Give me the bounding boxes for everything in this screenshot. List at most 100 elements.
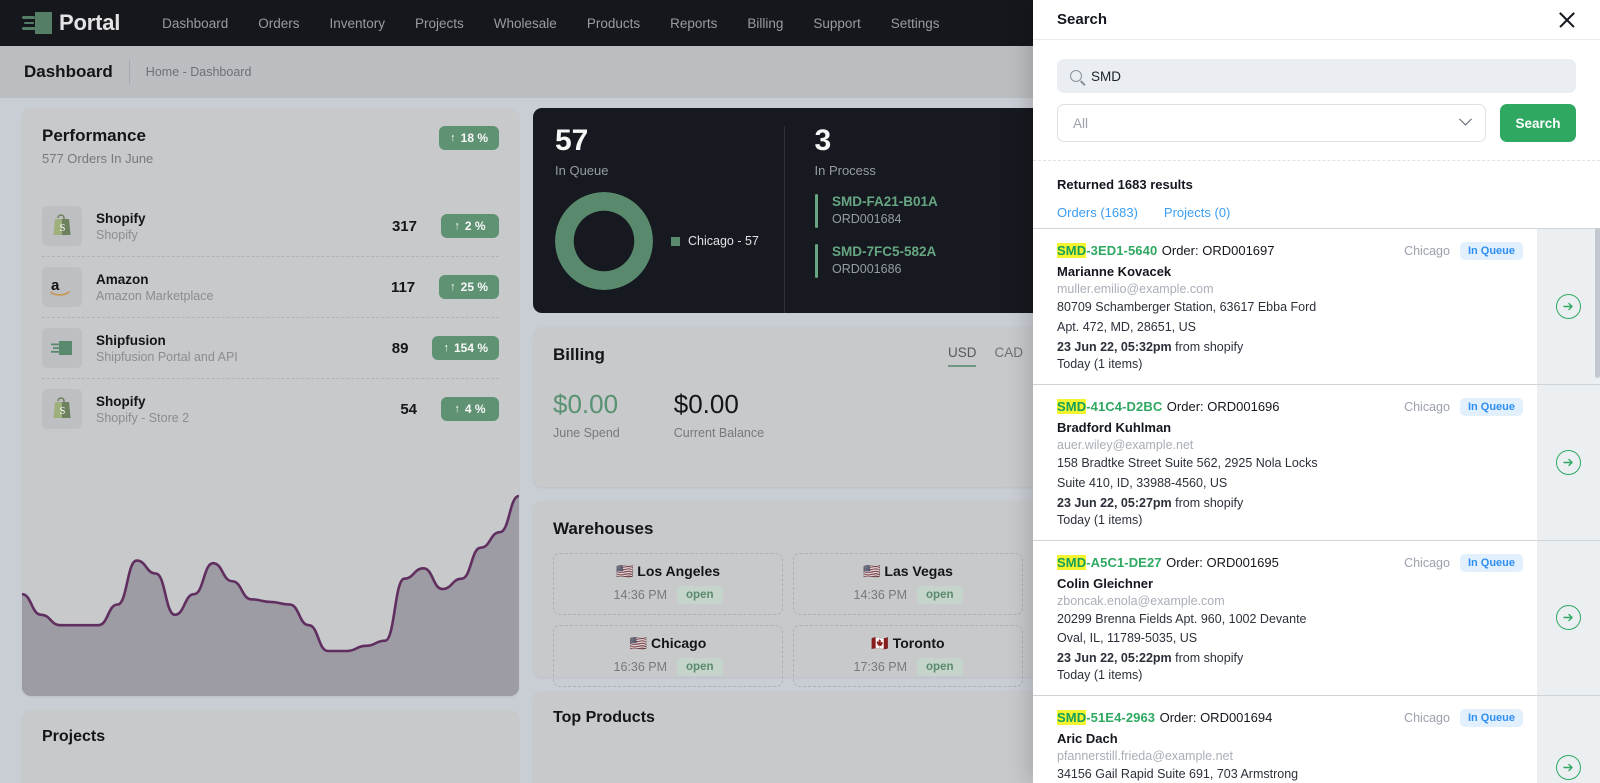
in-queue-count: 57 <box>555 124 589 157</box>
table-row[interactable]: SMD-A5C1-DE27 Order: ORD001695 Chicago I… <box>1033 539 1600 696</box>
shipfusion-icon <box>42 328 82 368</box>
nav-item-projects[interactable]: Projects <box>415 16 464 31</box>
channel-delta-badge: ↑ 4 % <box>441 397 499 421</box>
nav-item-billing[interactable]: Billing <box>747 16 783 31</box>
queue-legend: Chicago - 57 <box>671 234 759 248</box>
nav-item-settings[interactable]: Settings <box>891 16 940 31</box>
in-process-section: 3 In Process SMD-FA21-B01A ORD001684 SMD… <box>783 126 1044 313</box>
channel-value: 117 <box>390 278 416 296</box>
top-products-card: Top Products <box>533 691 1043 783</box>
result-sku: SMD-41C4-D2BC <box>1057 398 1162 414</box>
table-row[interactable]: SMD-51E4-2963 Order: ORD001694 Chicago I… <box>1033 695 1600 783</box>
in-queue-section: 57 In Queue Chicago - 57 <box>533 126 784 313</box>
warehouse-tile[interactable]: 🇺🇸 Chicago 16:36 PM open <box>553 625 783 687</box>
list-item[interactable]: S Shopify Shopify - Store 2 54 ↑ 4 % <box>42 378 499 439</box>
channel-sub: Amazon Marketplace <box>96 288 214 303</box>
result-timestamp: 23 Jun 22, 05:27pm from shopify <box>1057 496 1537 510</box>
result-sku-rest: -51E4-2963 <box>1086 710 1156 726</box>
open-order-button[interactable] <box>1537 696 1600 783</box>
result-customer-name: Marianne Kovacek <box>1057 264 1172 280</box>
result-sku-rest: -A5C1-DE27 <box>1086 554 1162 570</box>
chevron-down-icon <box>1459 112 1472 126</box>
search-panel-title: Search <box>1057 11 1108 29</box>
svg-text:S: S <box>59 405 65 417</box>
open-order-button[interactable] <box>1537 229 1600 384</box>
result-timestamp: 23 Jun 22, 05:22pm from shopify <box>1057 651 1537 665</box>
list-item[interactable]: SMD-7FC5-582A ORD001686 <box>814 244 1044 278</box>
result-email: pfannerstill.frieda@example.net <box>1057 749 1233 764</box>
amazon-icon: a <box>42 267 82 307</box>
nav-item-support[interactable]: Support <box>813 16 860 31</box>
result-sku-rest: -3ED1-5640 <box>1086 243 1158 259</box>
nav-item-orders[interactable]: Orders <box>258 16 299 31</box>
in-process-label: In Process <box>814 163 876 178</box>
process-sku: SMD-7FC5-582A <box>832 244 937 259</box>
warehouse-tile[interactable]: 🇨🇦 Toronto 17:36 PM open <box>793 625 1023 687</box>
process-sku: SMD-FA21-B01A <box>832 194 938 209</box>
result-email: auer.wiley@example.net <box>1057 437 1194 452</box>
result-items: Today (1 items) <box>1057 512 1143 527</box>
result-items: Today (1 items) <box>1057 356 1143 371</box>
breadcrumb: Home - Dashboard <box>145 65 252 79</box>
nav-item-inventory[interactable]: Inventory <box>329 16 385 31</box>
search-filter-select[interactable]: All <box>1057 104 1486 143</box>
arrow-up-icon: ↑ <box>454 220 460 232</box>
currency-option-cad[interactable]: CAD <box>994 345 1023 367</box>
channel-value: 54 <box>400 400 417 418</box>
accent-bar <box>814 194 818 228</box>
performance-delta-value: 18 % <box>460 131 488 145</box>
result-source: from shopify <box>1171 651 1244 666</box>
nav-item-products[interactable]: Products <box>587 16 640 31</box>
table-row[interactable]: SMD-3ED1-5640 Order: ORD001697 Chicago I… <box>1033 228 1600 384</box>
status-badge: open <box>677 658 723 676</box>
close-icon[interactable] <box>1556 9 1578 31</box>
results-scrollbar[interactable] <box>1595 228 1600 783</box>
search-results-list[interactable]: SMD -3ED1-5640 Order: ORD001697 Chicago I… <box>1033 228 1600 783</box>
search-drawer-header: Search <box>1033 0 1600 41</box>
tab-orders[interactable]: Orders (1683) <box>1057 205 1138 220</box>
flag-icon: 🇺🇸 <box>629 635 648 651</box>
nav-item-dashboard[interactable]: Dashboard <box>162 16 228 31</box>
open-order-button[interactable] <box>1537 384 1600 540</box>
process-order-id: ORD001686 <box>832 262 902 276</box>
brand-logo[interactable]: Portal <box>22 10 120 36</box>
result-address-line1: 80709 Schamberger Station, 63617 Ebba Fo… <box>1057 300 1317 315</box>
search-submit-button[interactable]: Search <box>1500 104 1576 143</box>
result-source: from shopify <box>1171 495 1244 510</box>
channel-delta-badge: ↑ 25 % <box>439 275 499 299</box>
channel-name: Shipfusion <box>96 332 166 348</box>
status-badge: In Queue <box>1459 242 1523 261</box>
result-order-label: Order: ORD001697 <box>1161 243 1275 259</box>
nav-item-wholesale[interactable]: Wholesale <box>494 16 557 31</box>
warehouse-tile[interactable]: 🇺🇸 Las Vegas 14:36 PM open <box>793 553 1023 615</box>
warehouse-name: Los Angeles <box>637 563 721 579</box>
nav-item-reports[interactable]: Reports <box>670 16 717 31</box>
search-highlight: SMD <box>1057 398 1087 414</box>
list-item[interactable]: SMD-FA21-B01A ORD001684 <box>814 194 1044 228</box>
scrollbar-thumb[interactable] <box>1595 228 1600 379</box>
warehouse-tile[interactable]: 🇺🇸 Los Angeles 14:36 PM open <box>553 553 783 615</box>
list-item[interactable]: Shipfusion Shipfusion Portal and API 89 … <box>42 317 499 378</box>
tab-projects[interactable]: Projects (0) <box>1164 205 1230 220</box>
open-order-button[interactable] <box>1537 540 1600 696</box>
svg-text:S: S <box>59 222 65 234</box>
warehouses-card: Warehouses 🇺🇸 Los Angeles 14:36 PM open … <box>533 501 1043 687</box>
arrow-up-icon: ↑ <box>454 403 460 415</box>
flag-icon: 🇺🇸 <box>863 563 881 579</box>
currency-option-usd[interactable]: USD <box>947 345 977 367</box>
table-row[interactable]: SMD-41C4-D2BC Order: ORD001696 Chicago I… <box>1033 383 1600 540</box>
list-item[interactable]: S Shopify Shopify 317 ↑ 2 % <box>42 196 499 256</box>
result-customer-name: Bradford Kuhlman <box>1057 419 1172 435</box>
current-balance-label: Current Balance <box>673 426 765 440</box>
result-timestamp: 23 Jun 22, 05:32pm from shopify <box>1057 340 1537 354</box>
search-filter-value: All <box>1073 115 1089 131</box>
results-tabs: Orders (1683) Projects (0) <box>1057 205 1576 220</box>
list-item[interactable]: a Amazon Amazon Marketplace 117 ↑ 25 % <box>42 256 499 317</box>
result-city: Chicago <box>1404 399 1450 414</box>
search-input[interactable]: SMD <box>1057 59 1576 94</box>
arrow-right-icon <box>1556 293 1581 319</box>
billing-card: Billing USD CAD $0.00 June Spend $0.00 C… <box>533 327 1043 487</box>
warehouse-time: 14:36 PM <box>613 588 668 602</box>
result-email: zboncak.enola@example.com <box>1057 593 1225 608</box>
channel-value: 317 <box>391 217 417 235</box>
